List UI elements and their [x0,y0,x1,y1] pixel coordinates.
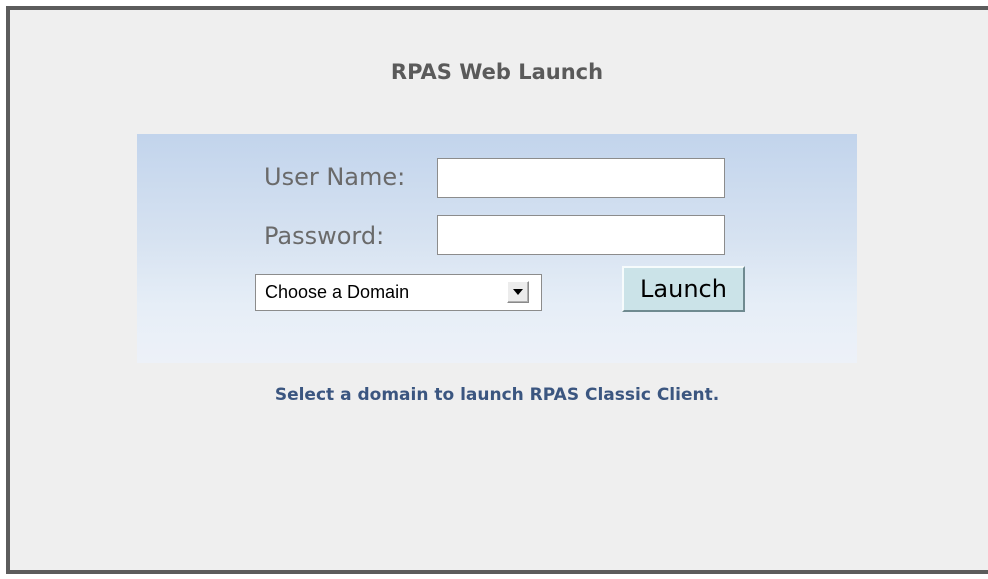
user-name-input[interactable] [437,158,725,198]
password-input[interactable] [437,215,725,255]
chevron-down-icon [513,289,523,295]
password-label: Password: [264,222,385,250]
launch-button[interactable]: Launch [622,266,745,312]
user-name-label: User Name: [264,163,406,191]
domain-dropdown-button[interactable] [507,281,529,303]
domain-hint-text: Select a domain to launch RPAS Classic C… [274,385,720,405]
page-title: RPAS Web Launch [390,60,604,84]
domain-select[interactable]: Choose a Domain [255,274,542,311]
domain-select-value: Choose a Domain [265,282,410,302]
